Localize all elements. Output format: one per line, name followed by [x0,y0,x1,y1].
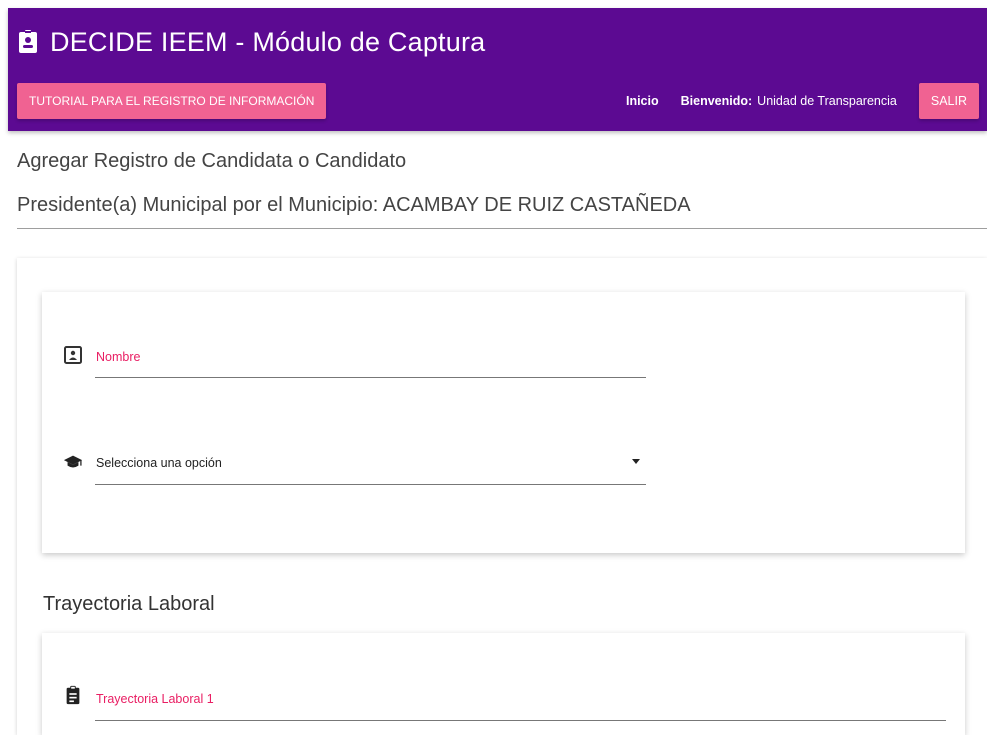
name-field-row [63,345,83,365]
work-history-field-row [63,685,83,705]
welcome-label: Bienvenido: [680,94,753,108]
work-history-section-title: Trayectoria Laboral [43,593,215,615]
name-field-label[interactable]: Nombre [96,350,140,364]
app-header: DECIDE IEEM - Módulo de Captura TUTORIAL… [8,8,987,131]
title-divider [17,228,987,229]
home-link[interactable]: Inicio [626,94,659,108]
personal-data-card [42,292,965,553]
brand: DECIDE IEEM - Módulo de Captura [18,22,485,62]
id-badge-icon [19,30,37,53]
logout-button[interactable]: SALIR [918,83,979,119]
work-history-field-label[interactable]: Trayectoria Laboral 1 [96,692,214,706]
education-select-row [63,452,83,472]
graduation-cap-icon [63,455,83,468]
welcome-user-name: Unidad de Transparencia [757,94,897,108]
header-nav: Inicio Bienvenido: Unidad de Transparenc… [626,83,979,119]
page-title: Agregar Registro de Candidata o Candidat… [17,150,407,172]
work-history-input-underline[interactable] [95,720,946,721]
name-input-underline[interactable] [95,377,646,378]
tutorial-button[interactable]: TUTORIAL PARA EL REGISTRO DE INFORMACIÓN [17,83,327,119]
education-select[interactable]: Selecciona una opción [96,456,222,470]
chevron-down-icon[interactable] [632,459,640,464]
contact-card-icon [64,346,82,364]
app-title: DECIDE IEEM - Módulo de Captura [50,26,486,57]
page-subtitle: Presidente(a) Municipal por el Municipio… [17,194,691,216]
clipboard-icon [66,685,80,705]
education-select-underline[interactable] [95,484,646,485]
